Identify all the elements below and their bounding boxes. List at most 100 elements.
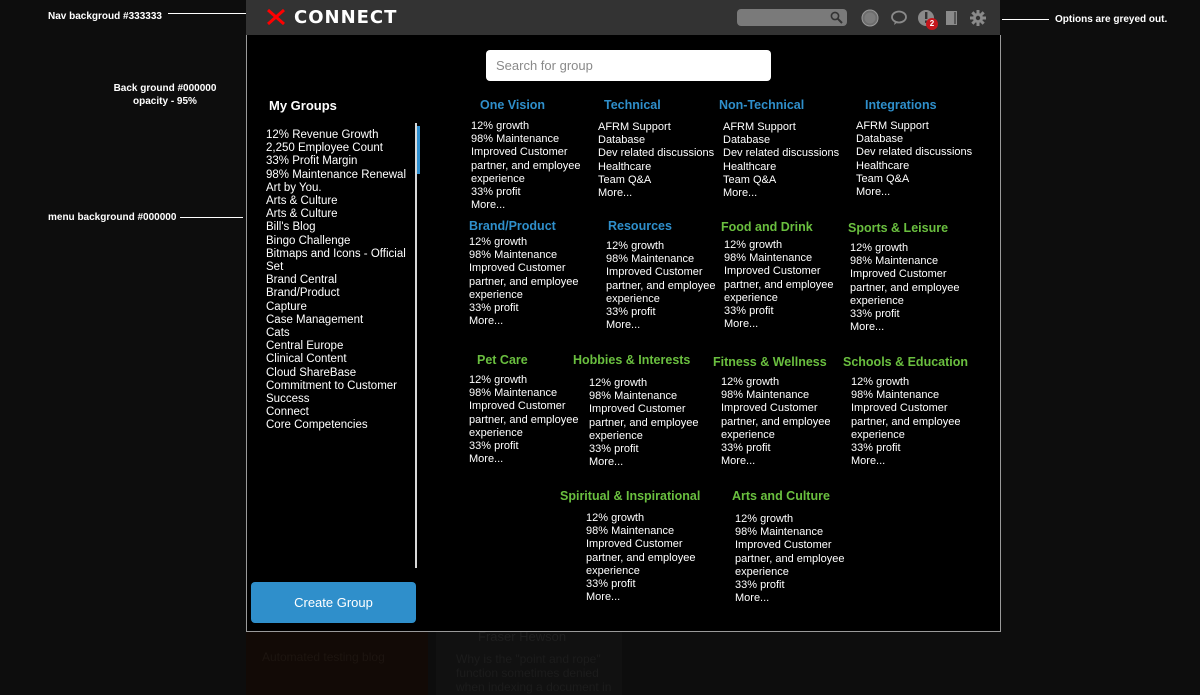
category-details: 12% growth 98% Maintenance Improved Custom… [589, 377, 698, 469]
my-group-item[interactable]: 2,250 Employee Count [266, 142, 414, 155]
my-group-item[interactable]: Cats [266, 327, 414, 340]
my-group-item[interactable]: Connect [266, 406, 414, 419]
more-link[interactable]: More... [721, 455, 830, 468]
category-detail-line: experience [721, 428, 775, 441]
category-title[interactable]: Hobbies & Interests [573, 353, 690, 367]
category-detail-line: Improved Customer [469, 400, 566, 413]
chat-icon[interactable] [890, 9, 908, 27]
more-link[interactable]: More... [589, 456, 698, 469]
close-x-logo-icon[interactable] [266, 8, 286, 26]
category-detail-line: Team Q&A [598, 173, 652, 186]
more-link[interactable]: More... [724, 318, 833, 331]
category-title[interactable]: Food and Drink [721, 220, 813, 234]
category-detail-line: 12% growth [851, 376, 910, 388]
category-detail-line: AFRM Support [856, 120, 929, 132]
category-detail-line: Dev related discussions [598, 147, 715, 160]
search-icon[interactable] [830, 11, 843, 24]
nav-bar: CONNECT 2 [246, 0, 1000, 35]
category-title[interactable]: Schools & Education [843, 355, 968, 369]
category-title[interactable]: Non-Technical [719, 98, 804, 112]
my-group-item[interactable]: Bitmaps and Icons - Official Set [266, 248, 414, 274]
more-link[interactable]: More... [469, 315, 578, 328]
more-link[interactable]: More... [850, 321, 959, 334]
category-detail-line: 98% Maintenance [850, 255, 939, 268]
category-title[interactable]: Brand/Product [469, 219, 556, 233]
category-detail-line: 98% Maintenance [586, 525, 675, 538]
my-group-item[interactable]: Bingo Challenge [266, 235, 414, 248]
category-detail-line: Healthcare [856, 159, 910, 172]
more-link[interactable]: More... [606, 319, 715, 332]
group-search-input[interactable] [486, 50, 771, 81]
create-group-button[interactable]: Create Group [251, 582, 416, 623]
my-group-item[interactable]: Case Management [266, 314, 414, 327]
category-details: AFRM Support Database Dev related discussi… [723, 121, 839, 200]
my-group-item[interactable]: 33% Profit Margin [266, 155, 414, 168]
category-detail-line: experience [851, 428, 905, 441]
my-group-item[interactable]: Arts & Culture [266, 208, 414, 221]
more-link[interactable]: More... [856, 186, 972, 199]
gear-icon[interactable] [969, 9, 987, 27]
groups-scrollbar[interactable] [415, 123, 417, 568]
more-link[interactable]: More... [735, 592, 844, 605]
my-group-item[interactable]: Bill's Blog [266, 221, 414, 234]
category-detail-line: partner, and employee [850, 281, 960, 294]
my-group-item[interactable]: 12% Revenue Growth [266, 129, 414, 142]
category-detail-line: Dev related discussions [723, 147, 840, 160]
book-icon[interactable] [943, 9, 961, 27]
category-detail-line: 98% Maintenance [735, 526, 824, 539]
my-group-item[interactable]: Core Competencies [266, 419, 414, 432]
more-link[interactable]: More... [471, 199, 580, 212]
my-group-item[interactable]: Brand Central [266, 274, 414, 287]
annotation-nav-background: Nav backgroud #333333 [48, 11, 162, 22]
my-group-item[interactable]: Cloud ShareBase [266, 367, 414, 380]
category-title[interactable]: Sports & Leisure [848, 221, 948, 235]
more-link[interactable]: More... [469, 453, 578, 466]
annotation-line [168, 13, 246, 14]
my-group-item[interactable]: Central Europe [266, 340, 414, 353]
my-group-item[interactable]: Capture [266, 301, 414, 314]
category-title[interactable]: Fitness & Wellness [713, 355, 827, 369]
category-detail-line: 33% profit [586, 578, 636, 591]
my-group-item[interactable]: Commitment to Customer Success [266, 380, 414, 406]
category-title[interactable]: Technical [604, 98, 661, 112]
category-detail-line: experience [724, 291, 778, 304]
category-title[interactable]: Pet Care [477, 353, 528, 367]
category-details: 12% growth 98% Maintenance Improved Custom… [724, 239, 833, 331]
category-title[interactable]: Arts and Culture [732, 489, 830, 503]
avatar-icon[interactable] [861, 9, 879, 27]
annotation-background-text: Back ground #000000 [113, 83, 217, 94]
category-detail-line: 33% profit [851, 442, 901, 455]
category-detail-line: 33% profit [735, 579, 785, 592]
my-group-item[interactable]: Clinical Content [266, 353, 414, 366]
category-title[interactable]: Integrations [865, 98, 937, 112]
category-title[interactable]: One Vision [480, 98, 545, 112]
category-details: 12% growth 98% Maintenance Improved Custom… [721, 376, 830, 468]
category-title[interactable]: Resources [608, 219, 672, 233]
my-group-item[interactable]: Brand/Product [266, 287, 414, 300]
category-detail-line: 98% Maintenance [724, 252, 813, 265]
category-detail-line: Improved Customer [721, 402, 818, 415]
category-detail-line: partner, and employee [724, 278, 834, 291]
groups-scrollbar-thumb[interactable] [417, 126, 420, 174]
more-link[interactable]: More... [723, 187, 839, 200]
category-detail-line: 33% profit [724, 305, 774, 318]
category-detail-line: experience [850, 294, 904, 307]
category-detail-line: 33% profit [469, 302, 519, 315]
category-detail-line: Improved Customer [850, 268, 947, 281]
category-detail-line: Team Q&A [723, 173, 777, 186]
more-link[interactable]: More... [598, 187, 714, 200]
category-title[interactable]: Spiritual & Inspirational [560, 489, 700, 503]
nav-search-input[interactable] [737, 9, 847, 26]
more-link[interactable]: More... [851, 455, 960, 468]
more-link[interactable]: More... [586, 591, 695, 604]
app-logo[interactable]: CONNECT [294, 7, 397, 28]
my-group-item[interactable]: Art by You. [266, 182, 414, 195]
my-group-item[interactable]: 98% Maintenance Renewal [266, 169, 414, 182]
category-detail-line: 33% profit [589, 443, 639, 456]
category-detail-line: 98% Maintenance [471, 133, 560, 146]
category-detail-line: Improved Customer [735, 539, 832, 552]
my-group-item[interactable]: Arts & Culture [266, 195, 414, 208]
category-detail-line: 12% growth [721, 376, 780, 388]
category-detail-line: Improved Customer [471, 146, 568, 159]
category-detail-line: 33% profit [850, 308, 900, 321]
